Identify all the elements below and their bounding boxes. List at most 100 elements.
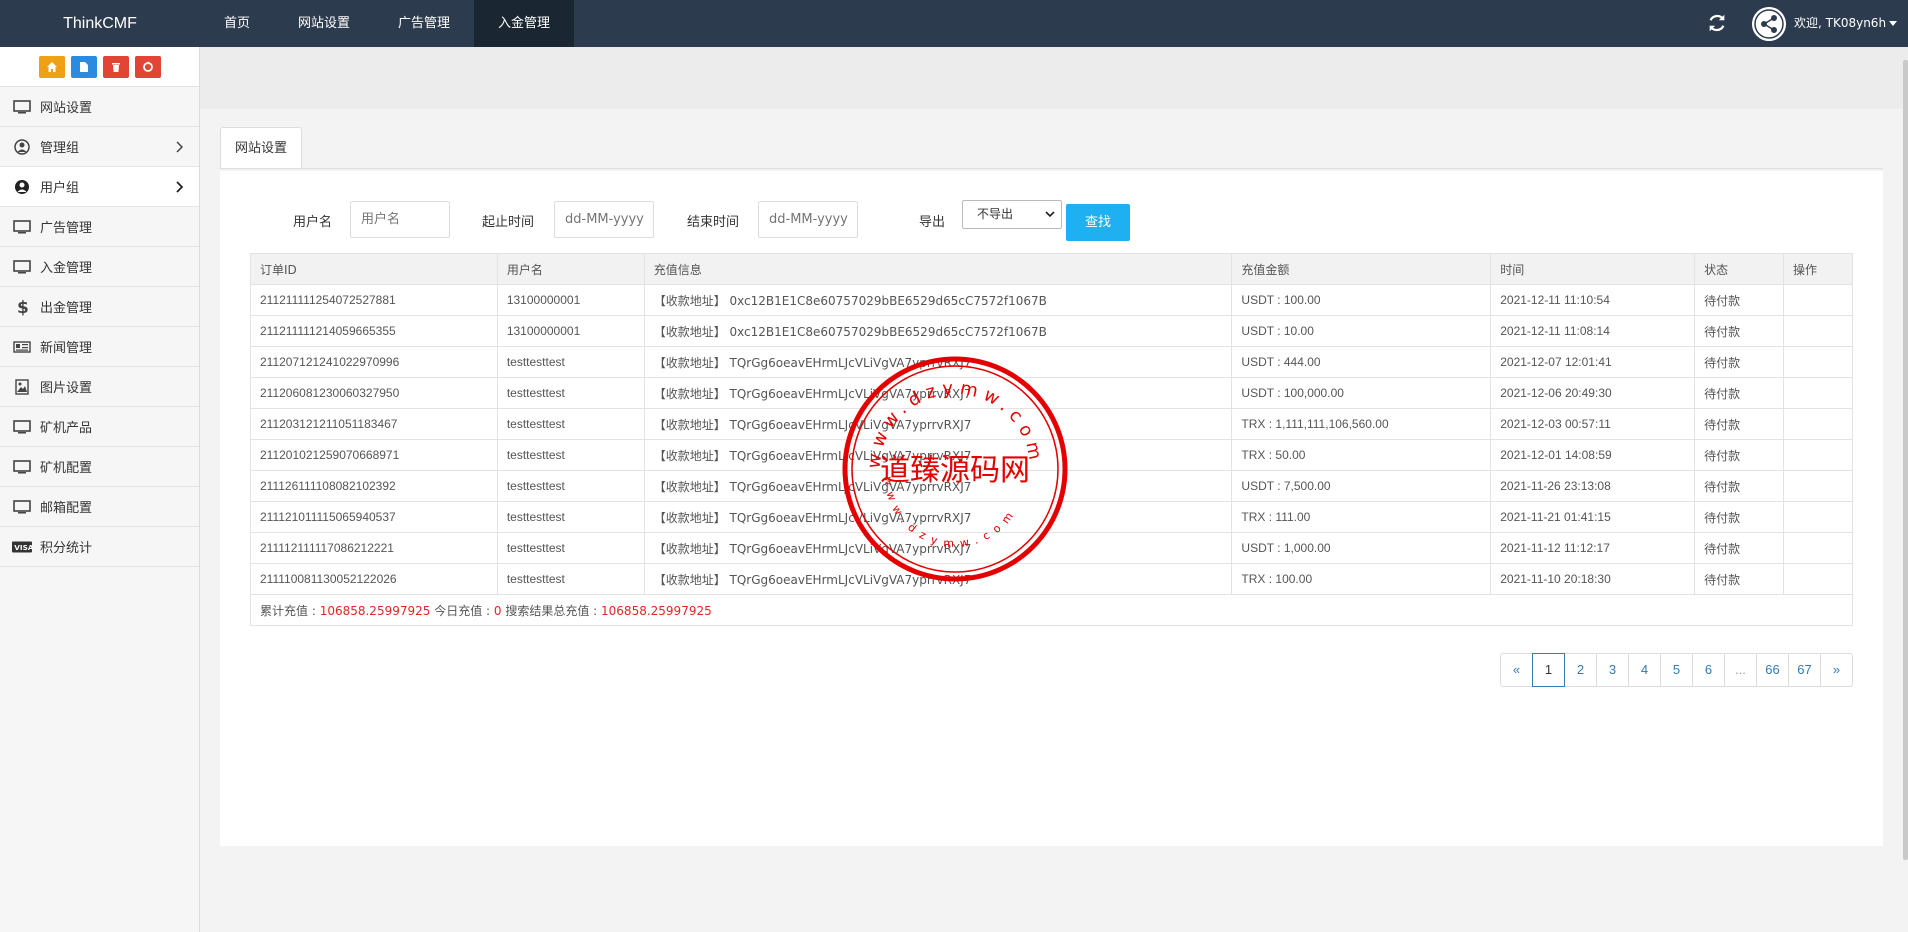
pagination: « 1 2 3 4 5 6 ... 66 67 » — [1500, 653, 1853, 687]
user-circle-icon — [12, 138, 32, 155]
recycle-shortcut-button[interactable] — [134, 55, 161, 78]
nav-home[interactable]: 首页 — [200, 0, 274, 47]
amount-cell: USDT : 1,000.00 — [1231, 532, 1492, 564]
status-cell: 待付款 — [1694, 346, 1785, 378]
sidebar-item-site-settings[interactable]: 网站设置 — [0, 87, 199, 127]
tab-divider — [220, 168, 1883, 169]
refresh-icon[interactable] — [1706, 12, 1728, 34]
order-id-cell: 211126111108082102392 — [250, 470, 498, 502]
sidebar-item-withdraw-management[interactable]: $ 出金管理 — [0, 287, 199, 327]
amount-cell: TRX : 100.00 — [1231, 563, 1492, 595]
avatar[interactable] — [1752, 7, 1786, 41]
nav-deposit-management[interactable]: 入金管理 — [474, 0, 575, 47]
sidebar-item-mail-config[interactable]: 邮箱配置 — [0, 487, 199, 527]
column-header-time[interactable]: 时间 — [1490, 253, 1696, 285]
username-cell: 13100000001 — [496, 284, 645, 316]
time-cell: 2021-12-07 12:01:41 — [1490, 346, 1696, 378]
trash-shortcut-button[interactable] — [102, 55, 129, 78]
username-cell: testtesttest — [496, 377, 645, 409]
table-row[interactable]: 211211111254072527881 13100000001 【收款地址】 0… — [250, 284, 1853, 316]
chevron-down-icon — [1045, 211, 1055, 218]
sidebar-item-label: 矿机配置 — [40, 461, 93, 476]
start-date-input[interactable] — [554, 201, 654, 238]
sidebar-item-miner-products[interactable]: 矿机产品 — [0, 407, 199, 447]
total-recharge-value: 106858.25997925 — [319, 603, 431, 618]
table-row[interactable]: 211211111214059665355 13100000001 【收款地址】 0… — [250, 315, 1853, 347]
time-cell: 2021-12-06 20:49:30 — [1490, 377, 1696, 409]
start-time-label: 起止时间 — [482, 215, 535, 230]
status-cell: 待付款 — [1694, 377, 1785, 409]
order-id-cell: 211207121241022970996 — [250, 346, 498, 378]
sidebar-item-admin-group[interactable]: 管理组 — [0, 127, 199, 167]
username-cell: testtesttest — [496, 470, 645, 502]
svg-text:$: $ — [17, 298, 28, 316]
sidebar-item-label: 用户组 — [40, 181, 80, 196]
scrollbar[interactable] — [1903, 60, 1908, 860]
caret-down-icon — [1889, 21, 1898, 26]
time-cell: 2021-11-26 23:13:08 — [1490, 470, 1696, 502]
order-id-cell: 211110081130052122026 — [250, 563, 498, 595]
sidebar-item-news-management[interactable]: 新闻管理 — [0, 327, 199, 367]
status-cell: 待付款 — [1694, 439, 1785, 471]
welcome-text: 欢迎, TK08yn6h — [1794, 16, 1887, 30]
home-shortcut-button[interactable] — [38, 55, 65, 78]
pagination-page[interactable]: 6 — [1692, 653, 1725, 687]
tab-site-settings[interactable]: 网站设置 — [220, 127, 303, 169]
file-shortcut-button[interactable] — [70, 55, 97, 78]
sidebar: 网站设置 管理组 用户组 广告管理 入金管理 $ 出金管理 新闻管理 图片设置 … — [0, 47, 200, 932]
export-select[interactable]: 不导出 — [962, 200, 1062, 229]
search-button[interactable]: 查找 — [1066, 204, 1130, 241]
pagination-next[interactable]: » — [1820, 653, 1853, 687]
shortcut-bar — [0, 47, 199, 87]
recharge-info-cell: 【收款地址】 0xc12B1E1C8e60757029bBE6529d65cC7… — [643, 315, 1233, 347]
pagination-page[interactable]: 1 — [1532, 653, 1565, 687]
sidebar-item-user-group[interactable]: 用户组 — [0, 167, 199, 207]
sidebar-item-label: 积分统计 — [40, 541, 93, 556]
sidebar-item-deposit-management[interactable]: 入金管理 — [0, 247, 199, 287]
order-id-cell: 211201021259070668971 — [250, 439, 498, 471]
sidebar-item-label: 管理组 — [40, 141, 80, 156]
chevron-right-icon — [176, 141, 183, 153]
column-header-order-id[interactable]: 订单ID — [250, 253, 498, 285]
username-input[interactable] — [350, 201, 450, 238]
pagination-page[interactable]: 2 — [1564, 653, 1597, 687]
home-icon — [46, 61, 57, 72]
sidebar-item-image-settings[interactable]: 图片设置 — [0, 367, 199, 407]
status-cell: 待付款 — [1694, 408, 1785, 440]
brand-logo[interactable]: ThinkCMF — [0, 0, 200, 47]
sidebar-item-miner-config[interactable]: 矿机配置 — [0, 447, 199, 487]
file-icon — [79, 61, 88, 72]
user-menu[interactable]: 欢迎, TK08yn6h — [1794, 0, 1898, 47]
pagination-page[interactable]: 66 — [1756, 653, 1789, 687]
column-header-amount[interactable]: 充值金额 — [1231, 253, 1492, 285]
pagination-page[interactable]: 67 — [1788, 653, 1821, 687]
username-cell: testtesttest — [496, 346, 645, 378]
table-header-row: 订单ID 用户名 充值信息 充值金额 时间 状态 操作 — [250, 253, 1853, 285]
nav-site-settings[interactable]: 网站设置 — [274, 0, 374, 47]
actions-cell — [1783, 439, 1853, 471]
user-icon — [12, 179, 32, 195]
newspaper-icon — [12, 339, 32, 355]
end-time-label: 结束时间 — [687, 215, 740, 230]
column-header-status[interactable]: 状态 — [1694, 253, 1785, 285]
column-header-actions[interactable]: 操作 — [1783, 253, 1853, 285]
top-nav: 首页 网站设置 广告管理 入金管理 — [200, 0, 575, 47]
end-date-input[interactable] — [758, 201, 858, 238]
sidebar-item-points-stats[interactable]: VISA 积分统计 — [0, 527, 199, 567]
sidebar-item-ad-management[interactable]: 广告管理 — [0, 207, 199, 247]
actions-cell — [1783, 346, 1853, 378]
tab-bar: 网站设置 — [220, 127, 303, 169]
export-select-value: 不导出 — [977, 207, 1014, 221]
username-cell: testtesttest — [496, 439, 645, 471]
trash-icon — [111, 62, 120, 72]
pagination-page[interactable]: 3 — [1596, 653, 1629, 687]
pagination-page[interactable]: 5 — [1660, 653, 1693, 687]
nav-ad-management[interactable]: 广告管理 — [374, 0, 474, 47]
column-header-username[interactable]: 用户名 — [496, 253, 645, 285]
pagination-page[interactable]: 4 — [1628, 653, 1661, 687]
pagination-prev[interactable]: « — [1500, 653, 1533, 687]
amount-cell: USDT : 100,000.00 — [1231, 377, 1492, 409]
column-header-recharge-info[interactable]: 充值信息 — [643, 253, 1233, 285]
sidebar-item-label: 新闻管理 — [40, 341, 93, 356]
monitor-icon — [12, 419, 32, 435]
